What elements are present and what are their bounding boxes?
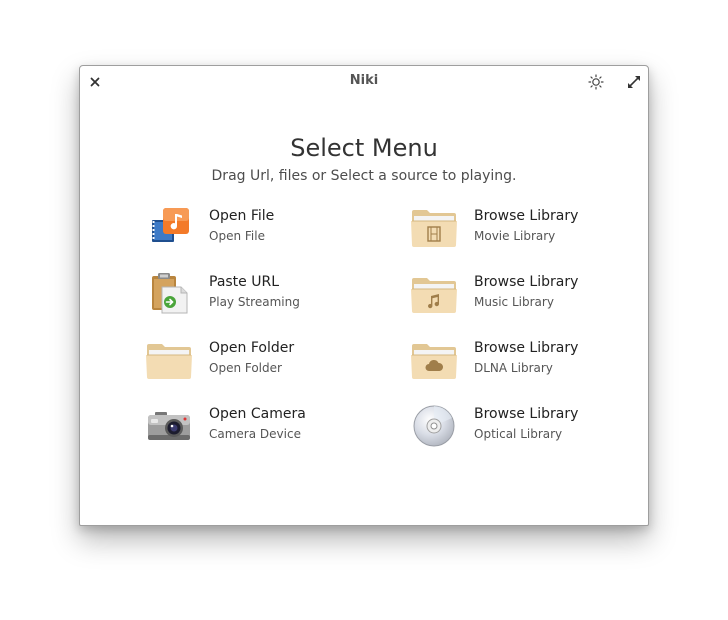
app-window: Niki Select Menu Drag Url, files or Sele… (79, 65, 649, 526)
paste-url-sublabel: Play Streaming (209, 295, 300, 309)
music-folder-icon (410, 272, 458, 316)
titlebar: Niki (80, 66, 648, 98)
video-folder-icon (410, 206, 458, 250)
paste-url-label: Paste URL (209, 274, 280, 290)
maximize-icon (628, 76, 640, 88)
browse-music-library-item[interactable]: Browse Library Music Library (410, 269, 650, 319)
browse-optical-library-item[interactable]: Browse Library Optical Library (410, 401, 650, 451)
page-subtitle: Drag Url, files or Select a source to pl… (211, 168, 517, 184)
browse-movie-library-label: Browse Library (474, 208, 579, 224)
browse-optical-library-label: Browse Library (474, 406, 579, 422)
brightness-icon (588, 74, 604, 90)
cloud-folder-icon (410, 338, 458, 382)
open-folder-item[interactable]: Open Folder Open Folder (145, 335, 385, 385)
open-folder-label: Open Folder (209, 340, 295, 356)
open-camera-label: Open Camera (209, 406, 306, 422)
browse-music-library-label: Browse Library (474, 274, 579, 290)
page-title: Select Menu (290, 134, 438, 162)
camera-icon (145, 404, 193, 448)
open-camera-sublabel: Camera Device (209, 427, 301, 441)
browse-dlna-library-item[interactable]: Browse Library DLNA Library (410, 335, 650, 385)
maximize-button[interactable] (624, 72, 644, 92)
browse-movie-library-item[interactable]: Browse Library Movie Library (410, 203, 650, 253)
folder-icon (145, 338, 193, 382)
browse-dlna-library-sublabel: DLNA Library (474, 361, 553, 375)
browse-dlna-library-label: Browse Library (474, 340, 579, 356)
clipboard-icon (145, 272, 193, 316)
open-folder-sublabel: Open Folder (209, 361, 282, 375)
open-file-sublabel: Open File (209, 229, 265, 243)
paste-url-item[interactable]: Paste URL Play Streaming (145, 269, 385, 319)
music-file-icon (145, 206, 193, 250)
browse-movie-library-sublabel: Movie Library (474, 229, 556, 243)
open-camera-item[interactable]: Open Camera Camera Device (145, 401, 385, 451)
optical-disc-icon (410, 404, 458, 448)
open-file-item[interactable]: Open File Open File (145, 203, 385, 253)
window-title: Niki (349, 73, 379, 88)
open-file-label: Open File (209, 208, 275, 224)
desktop: Niki Select Menu Drag Url, files or Sele… (0, 0, 728, 620)
browse-music-library-sublabel: Music Library (474, 295, 554, 309)
theme-toggle-button[interactable] (586, 72, 606, 92)
browse-optical-library-sublabel: Optical Library (474, 427, 563, 441)
